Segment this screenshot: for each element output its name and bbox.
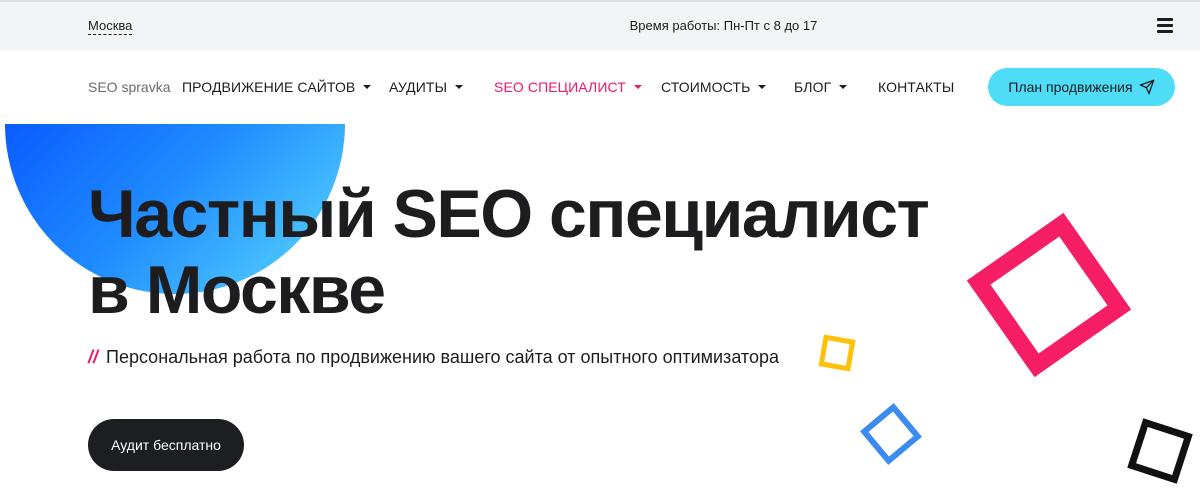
nav-item-promotion[interactable]: ПРОДВИЖЕНИЕ САЙТОВ xyxy=(182,79,372,95)
nav-item-label: ПРОДВИЖЕНИЕ САЙТОВ xyxy=(182,79,356,95)
nav-item-label: КОНТАКТЫ xyxy=(878,79,955,95)
yellow-square-decoration xyxy=(818,334,856,372)
main-nav: SEO spravka ПРОДВИЖЕНИЕ САЙТОВ АУДИТЫ SE… xyxy=(0,50,1200,124)
slashes-icon: // xyxy=(88,347,99,367)
nav-item-audits[interactable]: АУДИТЫ xyxy=(389,79,464,95)
free-audit-button[interactable]: Аудит бесплатно xyxy=(88,419,244,471)
top-bar: Москва Время работы: Пн-Пт с 8 до 17 xyxy=(0,0,1200,50)
chevron-down-icon xyxy=(363,85,372,89)
hero-subtitle-text: Персональная работа по продвижению вашег… xyxy=(106,347,780,367)
nav-item-label: СТОИМОСТЬ xyxy=(661,79,751,95)
logo[interactable]: SEO spravka xyxy=(88,79,170,95)
blue-square-decoration xyxy=(860,403,922,465)
nav-item-seo-specialist[interactable]: SEO СПЕЦИАЛИСТ xyxy=(494,79,642,95)
chevron-down-icon xyxy=(839,85,848,89)
nav-item-label: SEO СПЕЦИАЛИСТ xyxy=(494,79,626,95)
paper-plane-icon xyxy=(1139,79,1154,95)
chevron-down-icon xyxy=(633,85,642,89)
nav-item-pricing[interactable]: СТОИМОСТЬ xyxy=(661,79,767,95)
page: Москва Время работы: Пн-Пт с 8 до 17 SEO… xyxy=(0,0,1200,495)
hero-title-line2: в Москве xyxy=(88,252,386,328)
hero-subtitle: // Персональная работа по продвижению ва… xyxy=(88,346,779,368)
black-square-decoration xyxy=(1127,418,1193,484)
nav-item-label: АУДИТЫ xyxy=(389,79,448,95)
promotion-plan-label: План продвижения xyxy=(1008,79,1133,95)
hero-title: Частный SEO специалист в Москве xyxy=(88,176,1028,328)
chevron-down-icon xyxy=(455,85,464,89)
nav-item-blog[interactable]: БЛОГ xyxy=(794,79,848,95)
chevron-down-icon xyxy=(758,85,767,89)
nav-item-contacts[interactable]: КОНТАКТЫ xyxy=(878,79,954,95)
hero-title-line1: Частный SEO специалист xyxy=(88,176,930,252)
nav-item-label: БЛОГ xyxy=(794,79,832,95)
working-hours: Время работы: Пн-Пт с 8 до 17 xyxy=(629,18,818,33)
working-hours-wrap: Время работы: Пн-Пт с 8 до 17 xyxy=(0,2,1200,52)
hamburger-menu-icon[interactable] xyxy=(1157,18,1173,34)
promotion-plan-button[interactable]: План продвижения xyxy=(988,68,1175,106)
